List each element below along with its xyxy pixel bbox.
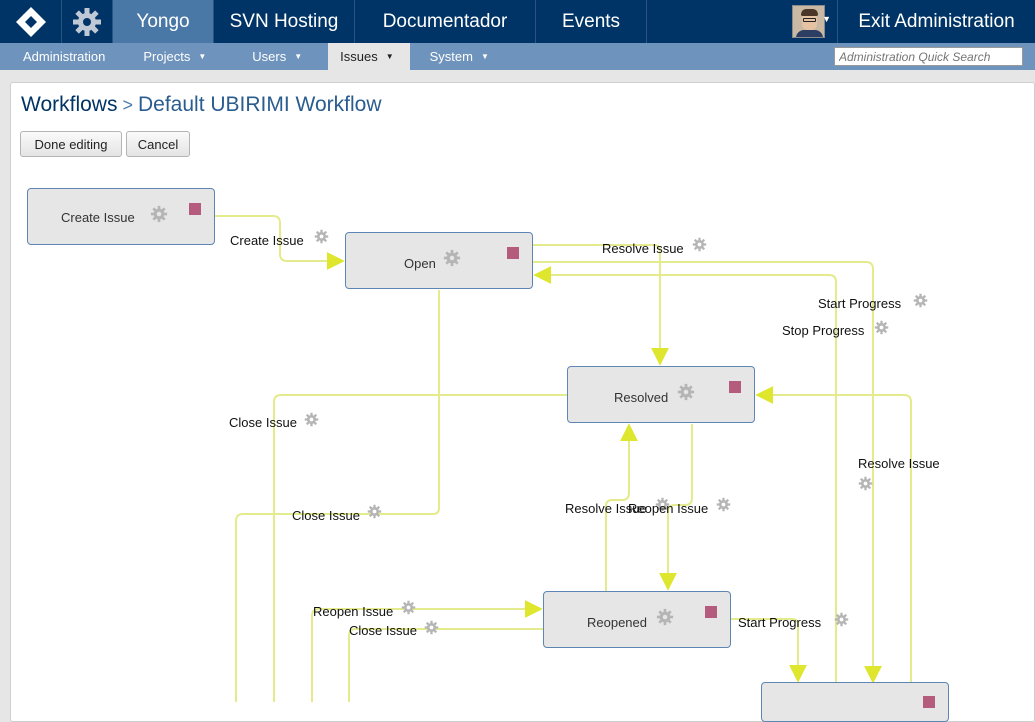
transition-label[interactable]: Start Progress [738,615,821,630]
workflow-step-reopened[interactable]: Reopened [543,591,731,648]
transition-gear-icon[interactable] [716,497,731,512]
transition-label[interactable]: Reopen Issue [313,604,393,619]
transition-gear-icon[interactable] [367,504,382,519]
transition-gear-icon[interactable] [314,229,329,244]
transition-line[interactable] [755,386,912,702]
step-delete-marker[interactable] [507,247,519,259]
step-settings-gear-icon[interactable] [443,249,461,267]
transition-gear-icon[interactable] [401,600,416,615]
transition-line[interactable] [235,290,440,702]
transition-line[interactable] [348,628,543,702]
transition-label[interactable]: Close Issue [229,415,297,430]
step-settings-gear-icon[interactable] [656,608,674,626]
step-settings-gear-icon[interactable] [150,205,168,223]
transition-label[interactable]: Close Issue [292,508,360,523]
workflow-step-in-progress[interactable] [761,682,949,722]
transition-line[interactable] [273,394,567,702]
transition-gear-icon[interactable] [858,476,873,491]
transition-gear-icon[interactable] [874,320,889,335]
step-delete-marker[interactable] [705,606,717,618]
transition-label[interactable]: Create Issue [230,233,304,248]
workflow-diagram: Create Issue Open Resolved Reopened Crea… [0,0,1035,722]
step-label: Resolved [614,390,669,405]
step-delete-marker[interactable] [729,381,741,393]
workflow-connectors [215,215,912,702]
transition-label[interactable]: Resolve Issue [858,456,940,471]
transition-label[interactable]: Start Progress [818,296,901,311]
step-label: Open [404,256,436,271]
step-delete-marker[interactable] [189,203,201,215]
transition-label[interactable]: Close Issue [349,623,417,638]
transition-label[interactable]: Resolve Issue [602,241,684,256]
transition-label[interactable]: Stop Progress [782,323,864,338]
transition-gear-icon[interactable] [913,293,928,308]
transition-gear-icon[interactable] [692,237,707,252]
transition-gear-icon[interactable] [304,412,319,427]
step-label: Reopened [587,615,647,630]
transition-gear-icon[interactable] [834,612,849,627]
step-delete-marker[interactable] [923,696,935,708]
step-settings-gear-icon[interactable] [677,383,695,401]
workflow-step-resolved[interactable]: Resolved [567,366,755,423]
transition-gear-icon[interactable] [424,620,439,635]
workflow-step-create-issue[interactable]: Create Issue [27,188,215,245]
transition-label[interactable]: Reopen Issue [628,501,708,516]
workflow-step-open[interactable]: Open [345,232,533,289]
step-label: Create Issue [61,210,135,225]
